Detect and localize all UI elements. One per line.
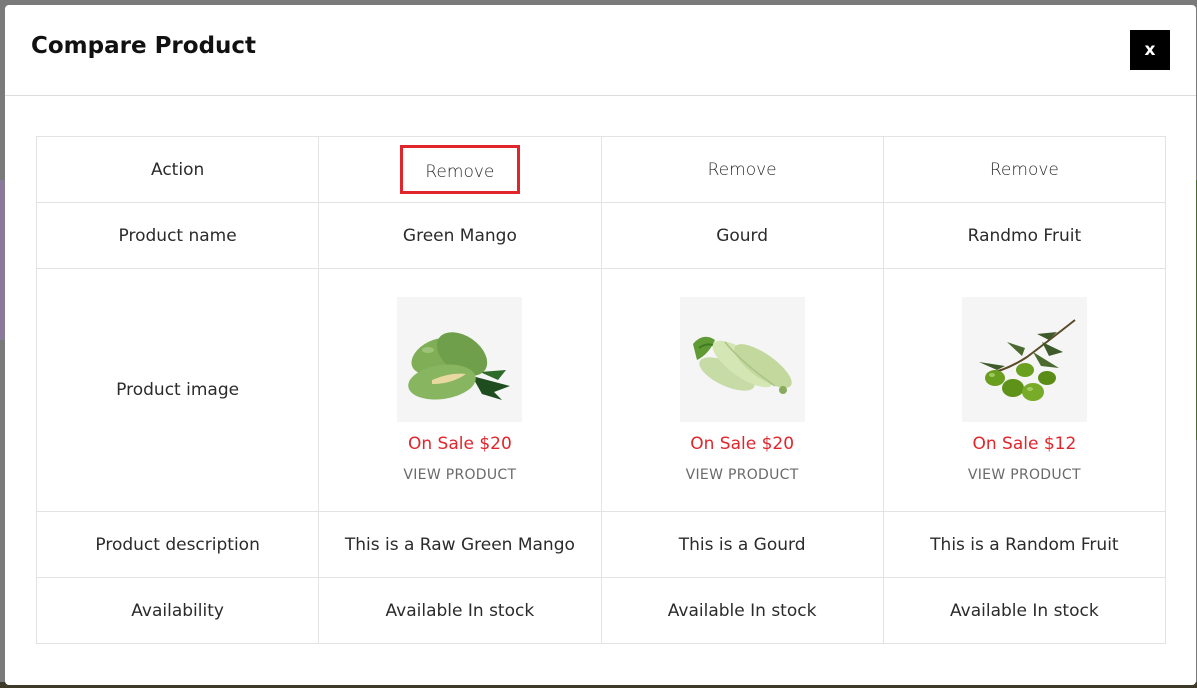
- view-product-link-green-mango[interactable]: VIEW PRODUCT: [403, 467, 516, 483]
- availability-green-mango: Available In stock: [318, 577, 602, 644]
- row-label-image: Product image: [35, 268, 320, 512]
- modal-title: Compare Product: [31, 33, 257, 59]
- compare-table: Action Remove Remove Remove Product name…: [35, 136, 1167, 644]
- cell-image-green-mango: On Sale $20 VIEW PRODUCT: [318, 268, 602, 512]
- gourd-image[interactable]: [679, 296, 805, 422]
- product-name-random-fruit: Randmo Fruit: [882, 202, 1167, 269]
- product-name-gourd: Gourd: [600, 202, 884, 269]
- table-row-image: Product image On Sale $20 VIEW PRODUCT O…: [35, 268, 1167, 512]
- remove-button-random-fruit[interactable]: Remove: [990, 152, 1059, 188]
- table-row-name: Product name Green Mango Gourd Randmo Fr…: [35, 202, 1167, 269]
- remove-button-green-mango[interactable]: Remove: [425, 148, 494, 197]
- cell-remove-1: Remove: [318, 136, 602, 203]
- cell-image-gourd: On Sale $20 VIEW PRODUCT: [600, 268, 884, 512]
- sale-price-green-mango: On Sale $20: [407, 433, 512, 454]
- cell-image-random-fruit: On Sale $12 VIEW PRODUCT: [882, 268, 1167, 512]
- remove-button-gourd[interactable]: Remove: [708, 152, 777, 188]
- row-label-name: Product name: [35, 202, 320, 269]
- row-label-description: Product description: [35, 511, 320, 578]
- table-row-availability: Availability Available In stock Availabl…: [35, 577, 1167, 644]
- view-product-link-gourd[interactable]: VIEW PRODUCT: [686, 467, 799, 483]
- modal-header: Compare Product x: [5, 5, 1196, 96]
- compare-product-modal: Compare Product x Action Remove Remove R…: [5, 5, 1196, 685]
- view-product-link-random-fruit[interactable]: VIEW PRODUCT: [968, 467, 1081, 483]
- sale-price-random-fruit: On Sale $12: [972, 433, 1077, 454]
- cell-remove-2: Remove: [600, 136, 884, 203]
- remove-button-highlight: Remove: [399, 145, 520, 197]
- availability-gourd: Available In stock: [600, 577, 884, 644]
- close-button[interactable]: x: [1130, 30, 1170, 70]
- availability-random-fruit: Available In stock: [882, 577, 1167, 644]
- table-row-action: Action Remove Remove Remove: [35, 136, 1167, 203]
- sale-price-gourd: On Sale $20: [690, 433, 795, 454]
- product-name-green-mango: Green Mango: [318, 202, 602, 269]
- row-label-action: Action: [35, 136, 320, 203]
- olive-branch-image[interactable]: [961, 296, 1087, 422]
- table-row-description: Product description This is a Raw Green …: [35, 511, 1167, 578]
- product-description-green-mango: This is a Raw Green Mango: [318, 511, 602, 578]
- cell-remove-3: Remove: [882, 136, 1167, 203]
- green-mango-image[interactable]: [397, 296, 523, 422]
- product-description-gourd: This is a Gourd: [600, 511, 884, 578]
- product-description-random-fruit: This is a Random Fruit: [882, 511, 1167, 578]
- row-label-availability: Availability: [35, 577, 320, 644]
